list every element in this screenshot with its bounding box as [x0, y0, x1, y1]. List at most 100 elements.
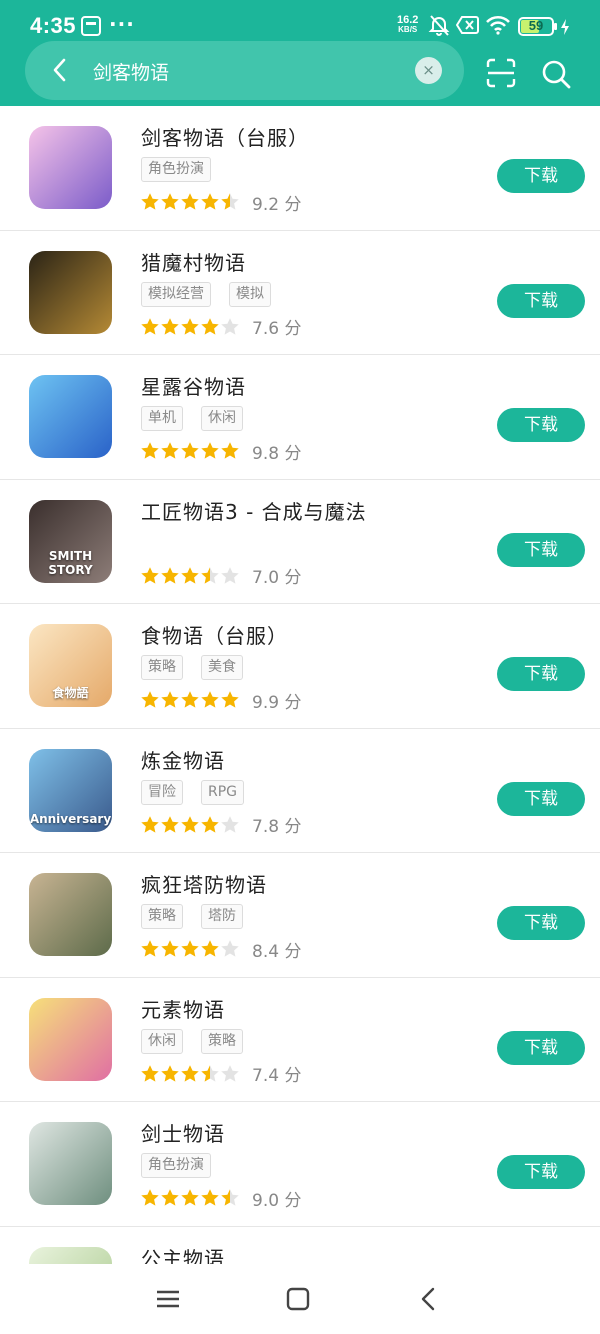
- home-icon[interactable]: [283, 1284, 313, 1314]
- star-icon: [161, 1064, 179, 1082]
- app-tags: 角色扮演: [141, 1153, 211, 1179]
- download-button[interactable]: 下载: [497, 906, 585, 940]
- back-arrow-icon[interactable]: [43, 53, 77, 87]
- app-tags: 策略 美食: [141, 655, 243, 681]
- app-name[interactable]: 元素物语: [141, 994, 225, 1023]
- app-list-item[interactable]: 疯狂塔防物语 策略 塔防 8.4 分 下载: [0, 853, 600, 978]
- app-rating: 8.4 分: [140, 939, 302, 962]
- star-icon: [141, 193, 159, 210]
- star-icon: [201, 442, 219, 459]
- star-icon: [161, 193, 179, 210]
- menu-icon[interactable]: [153, 1284, 183, 1314]
- app-name[interactable]: 剑客物语（台服）: [141, 122, 309, 151]
- app-score: 8.4 分: [252, 941, 302, 962]
- app-tags: 模拟经营 模拟: [141, 281, 271, 308]
- star-icon: [141, 317, 159, 335]
- battery-level: 59: [528, 18, 544, 33]
- app-score: 9.2 分: [252, 194, 302, 215]
- app-list-item[interactable]: 剑士物语 角色扮演 9.0 分 下载: [0, 1102, 600, 1227]
- download-button[interactable]: 下载: [497, 283, 585, 318]
- star-icon: [221, 566, 239, 584]
- app-name[interactable]: 食物语（台服）: [141, 620, 288, 649]
- app-tag: 冒险: [141, 779, 183, 805]
- star-icon: [201, 940, 219, 957]
- app-icon[interactable]: [29, 126, 112, 209]
- scan-icon[interactable]: [486, 58, 516, 88]
- app-name[interactable]: 炼金物语: [141, 745, 225, 774]
- app-list-item[interactable]: SMITH STORY 工匠物语3 - 合成与魔法 7.0 分 下载: [0, 480, 600, 604]
- app-rating: 7.4 分: [140, 1064, 302, 1086]
- app-name[interactable]: 公主物语: [141, 1243, 225, 1265]
- app-icon[interactable]: Anniversary: [29, 748, 112, 832]
- app-tag: 休闲: [141, 1028, 183, 1054]
- star-icon: [141, 1189, 159, 1206]
- download-button[interactable]: 下载: [497, 408, 585, 442]
- mute-bell-icon: [428, 15, 450, 36]
- app-score: 7.4 分: [252, 1066, 302, 1086]
- search-icon[interactable]: [540, 58, 572, 90]
- star-icon: [221, 1189, 239, 1206]
- download-button[interactable]: 下载: [497, 657, 585, 691]
- app-tag: 模拟经营: [141, 281, 211, 307]
- network-speed-unit: KB/S: [398, 25, 418, 34]
- app-icon[interactable]: [29, 375, 112, 458]
- app-tag: 休闲: [201, 406, 243, 431]
- app-icon[interactable]: [29, 250, 112, 334]
- star-icon: [221, 691, 239, 708]
- app-list-item[interactable]: 食物語 食物语（台服） 策略 美食 9.9 分 下载: [0, 604, 600, 729]
- app-icon[interactable]: SMITH STORY: [29, 499, 112, 583]
- star-icon: [161, 442, 179, 459]
- app-list-item[interactable]: Anniversary 炼金物语 冒险 RPG 7.8 分 下载: [0, 729, 600, 853]
- download-button[interactable]: 下载: [497, 532, 585, 567]
- app-name[interactable]: 疯狂塔防物语: [141, 869, 267, 898]
- search-bar[interactable]: 剑客物语 ×: [25, 41, 464, 100]
- star-icon: [181, 1189, 199, 1206]
- app-tags: 角色扮演: [141, 157, 211, 183]
- app-list-item[interactable]: 星露谷物语单机 休闲 9.8 分 下载: [0, 355, 600, 480]
- app-rating: 9.2 分: [140, 192, 302, 215]
- no-sim-icon: [456, 16, 479, 34]
- app-name[interactable]: 工匠物语3 - 合成与魔法: [141, 496, 367, 525]
- wifi-icon: [486, 15, 510, 35]
- star-icon: [141, 815, 159, 833]
- app-rating: 7.8 分: [140, 815, 301, 837]
- app-icon[interactable]: [29, 1246, 112, 1264]
- app-list[interactable]: 剑客物语（台服） 角色扮演 9.2 分下载 猎魔村物语 模拟经营 模拟 7.6 分下载 星露谷…: [0, 106, 600, 1264]
- clear-search-button[interactable]: ×: [415, 57, 442, 84]
- app-icon[interactable]: [29, 997, 112, 1081]
- app-list-item[interactable]: 元素物语休闲 策略 7.4 分 下载: [0, 978, 600, 1102]
- download-button[interactable]: 下载: [497, 781, 585, 816]
- app-icon-text: 食物語: [52, 686, 89, 700]
- back-icon[interactable]: [414, 1284, 444, 1314]
- app-tags: 休闲 策略: [141, 1028, 243, 1055]
- download-button[interactable]: 下载: [497, 1030, 585, 1065]
- star-icon: [221, 193, 239, 210]
- app-score: 9.8 分: [252, 443, 302, 464]
- star-icon: [161, 317, 179, 335]
- app-tags: 单机 休闲: [141, 406, 243, 432]
- star-icon: [221, 940, 239, 957]
- app-icon[interactable]: [29, 873, 112, 956]
- star-icon: [181, 815, 199, 833]
- app-list-item[interactable]: 剑客物语（台服） 角色扮演 9.2 分 下载: [0, 106, 600, 231]
- app-name[interactable]: 剑士物语: [141, 1118, 225, 1147]
- search-input[interactable]: 剑客物语: [93, 58, 169, 85]
- app-icon-text: SMITH STORY: [48, 548, 93, 577]
- app-icon[interactable]: 食物語: [29, 624, 112, 707]
- download-button[interactable]: 下载: [497, 159, 585, 193]
- star-icon: [221, 442, 239, 459]
- star-icon: [161, 940, 179, 957]
- app-list-item[interactable]: 猎魔村物语 模拟经营 模拟 7.6 分 下载: [0, 231, 600, 355]
- app-list-item[interactable]: 公主物语: [0, 1227, 600, 1265]
- app-tag: 模拟: [229, 281, 271, 307]
- star-icon: [181, 691, 199, 708]
- notification-icon: [81, 16, 101, 36]
- download-button[interactable]: 下载: [497, 1155, 585, 1189]
- app-name[interactable]: 猎魔村物语: [141, 247, 246, 276]
- charging-icon: [561, 19, 569, 35]
- star-icon: [221, 317, 239, 335]
- star-icon: [141, 940, 159, 957]
- app-icon[interactable]: [29, 1122, 112, 1205]
- app-name[interactable]: 星露谷物语: [141, 371, 246, 400]
- star-icon: [141, 442, 159, 459]
